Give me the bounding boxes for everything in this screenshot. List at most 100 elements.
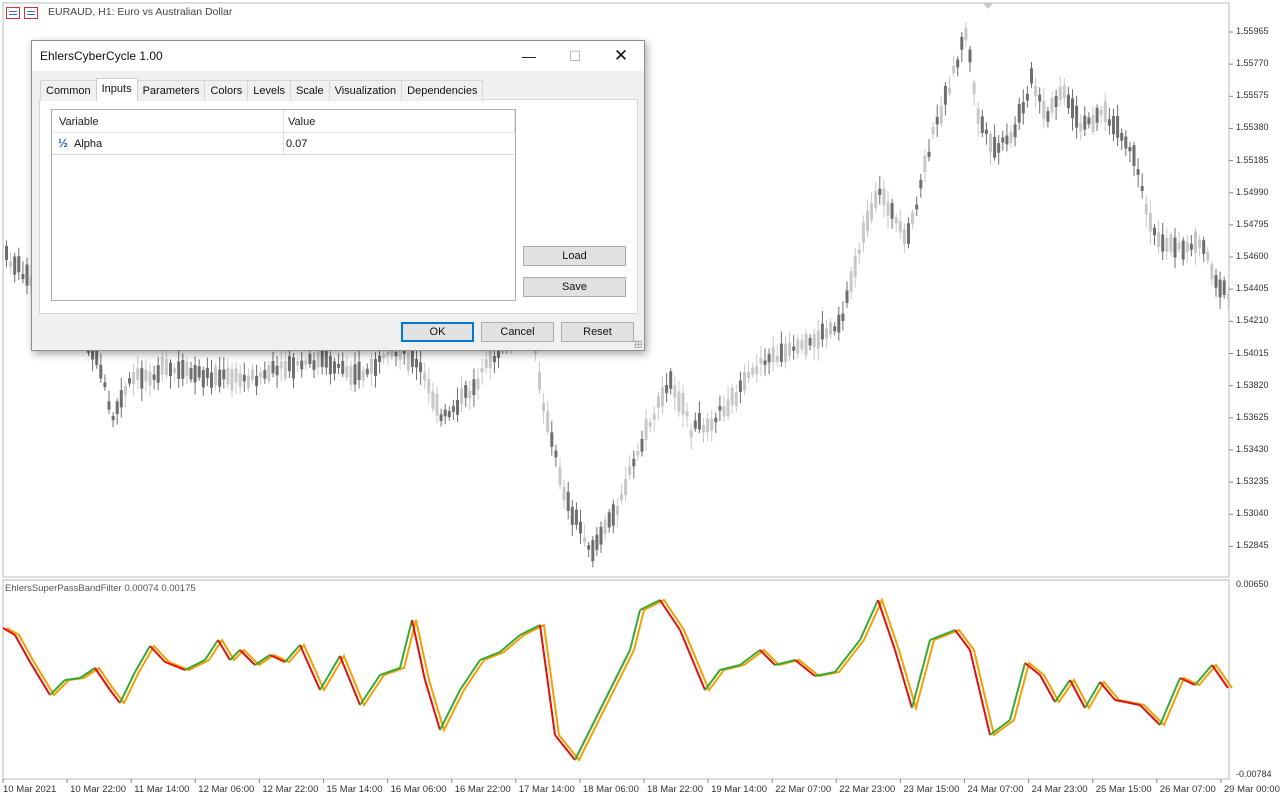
cancel-button[interactable]: Cancel: [481, 322, 554, 342]
close-button[interactable]: ✕: [598, 41, 644, 71]
candle-body: [960, 36, 964, 50]
candle-body: [386, 351, 390, 356]
time-tick-label: 25 Mar 15:00: [1095, 784, 1152, 795]
candle-body: [829, 322, 833, 335]
candle-body: [714, 417, 718, 423]
candle-body: [943, 85, 947, 105]
candle-body: [640, 439, 644, 452]
candle-body: [870, 202, 874, 221]
candle-body: [697, 412, 701, 430]
ok-button[interactable]: OK: [401, 322, 474, 342]
candle-body: [574, 509, 578, 525]
candle-body: [894, 217, 898, 224]
candle-body: [144, 369, 148, 381]
save-button[interactable]: Save: [523, 277, 626, 297]
candle-body: [263, 370, 267, 379]
candle-body: [189, 368, 193, 380]
candle-body: [140, 368, 144, 389]
candle-body: [587, 545, 591, 550]
candle-body: [1120, 132, 1124, 141]
price-tick-label: 1.54210: [1236, 315, 1269, 326]
candle-body: [1148, 212, 1152, 232]
time-tick-label: 29 Mar 00:00: [1223, 784, 1280, 795]
column-header-value[interactable]: Value: [288, 116, 315, 128]
tab-common[interactable]: Common: [40, 80, 97, 101]
candle-body: [841, 313, 845, 321]
time-tick-label: 22 Mar 23:00: [839, 784, 896, 795]
candle-body: [476, 378, 480, 390]
candle-body: [1210, 264, 1214, 280]
column-header-variable[interactable]: Variable: [59, 116, 99, 128]
chart-list-icon[interactable]: [6, 7, 20, 19]
candle-body: [410, 350, 414, 367]
candle-body: [25, 264, 29, 286]
minimize-button[interactable]: —: [506, 41, 552, 71]
tab-visualization[interactable]: Visualization: [328, 80, 403, 101]
candle-body: [935, 116, 939, 125]
tab-levels[interactable]: Levels: [247, 80, 292, 101]
time-tick-label: 19 Mar 14:00: [711, 784, 768, 795]
candle-body: [1083, 115, 1087, 130]
candle-body: [939, 106, 943, 124]
candle-body: [898, 220, 902, 233]
tab-inputs[interactable]: Inputs: [95, 78, 138, 101]
candle-body: [845, 290, 849, 304]
candle-body: [382, 354, 386, 359]
candle-body: [468, 390, 472, 399]
candle-body: [267, 365, 271, 382]
candle-body: [160, 357, 164, 375]
candle-body: [1153, 227, 1156, 236]
resize-grip-icon[interactable]: [634, 340, 642, 348]
candle-body: [324, 348, 328, 368]
candle-body: [181, 359, 185, 379]
candle-body: [644, 418, 648, 440]
candle-body: [989, 133, 992, 153]
time-tick-label: 18 Mar 22:00: [647, 784, 703, 795]
candle-body: [1095, 107, 1099, 123]
candle-body: [115, 401, 119, 415]
time-tick-label: 12 Mar 22:00: [262, 784, 319, 795]
chart-window-icon[interactable]: [24, 7, 38, 19]
reset-button[interactable]: Reset: [561, 322, 634, 342]
candle-body: [857, 249, 861, 254]
candle-body: [275, 365, 279, 376]
price-tick-label: 1.54600: [1236, 251, 1269, 262]
table-row[interactable]: ½ Alpha 0.07: [52, 133, 515, 155]
candle-body: [345, 365, 349, 378]
candle-body: [1165, 238, 1169, 252]
tab-parameters[interactable]: Parameters: [136, 80, 206, 101]
candle-body: [296, 361, 300, 366]
candle-body: [784, 344, 787, 362]
candle-body: [1157, 231, 1161, 247]
tab-scale[interactable]: Scale: [290, 80, 330, 101]
candle-body: [550, 432, 554, 447]
candle-body: [755, 365, 759, 375]
candle-body: [570, 506, 574, 525]
candle-body: [825, 328, 828, 339]
candle-body: [123, 386, 127, 396]
load-button[interactable]: Load: [523, 246, 626, 266]
time-tick-label: 16 Mar 22:00: [454, 784, 511, 795]
candle-body: [923, 155, 927, 172]
candle-body: [156, 365, 160, 383]
maximize-button[interactable]: ☐: [552, 41, 598, 71]
candle-body: [542, 402, 546, 412]
variable-name: Alpha: [74, 138, 103, 150]
candle-body: [1030, 68, 1033, 84]
candle-body: [226, 367, 230, 385]
candle-body: [1116, 115, 1120, 138]
candle-body: [308, 354, 312, 364]
candle-body: [255, 375, 259, 387]
price-tick-label: 1.53625: [1236, 411, 1269, 422]
variable-value[interactable]: 0.07: [286, 138, 307, 150]
candle-body: [484, 359, 488, 368]
candle-body: [451, 406, 455, 412]
tab-dependencies[interactable]: Dependencies: [401, 80, 484, 101]
candle-body: [816, 330, 820, 349]
candle-body: [706, 418, 710, 433]
candle-body: [948, 87, 951, 94]
tab-colors[interactable]: Colors: [204, 80, 249, 101]
dialog-titlebar[interactable]: EhlersCyberCycle 1.00 — ☐ ✕: [32, 41, 644, 71]
candle-body: [759, 357, 763, 364]
price-tick-label: 1.53040: [1236, 508, 1269, 519]
